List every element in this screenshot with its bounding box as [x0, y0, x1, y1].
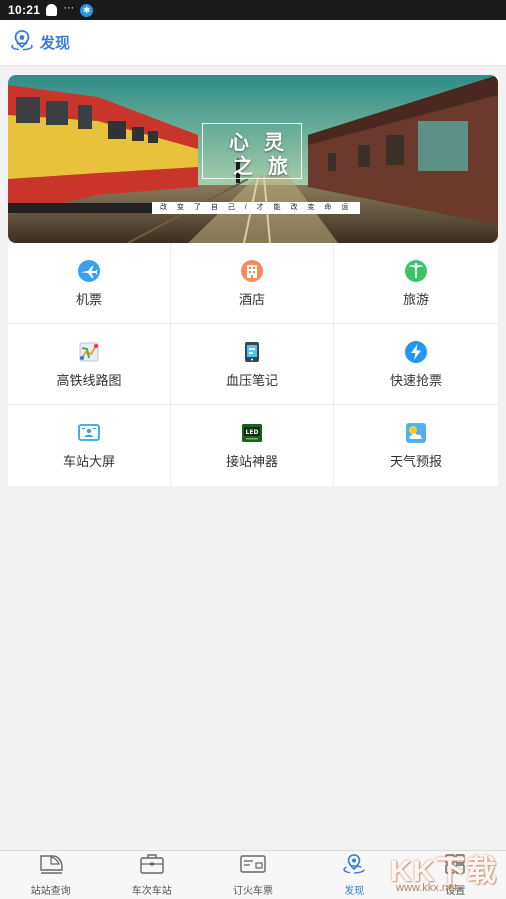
- svg-text:LED: LED: [246, 429, 259, 436]
- station-screen-icon: [77, 421, 101, 445]
- feature-rail-map[interactable]: 高铁线路图: [8, 324, 171, 405]
- feature-station-screen[interactable]: 车站大屏: [8, 405, 171, 486]
- feature-label: 血压笔记: [225, 372, 278, 388]
- feature-label: 酒店: [238, 291, 265, 307]
- status-time: 10:21: [8, 3, 41, 17]
- nav-train-station[interactable]: 车次车站: [101, 851, 202, 899]
- discover-icon: [10, 28, 34, 57]
- nav-station-query[interactable]: 站站查询: [0, 851, 101, 899]
- watermark-url: www.kkx.net: [396, 882, 458, 894]
- feature-flights[interactable]: 机票: [8, 243, 171, 324]
- nav-label: 订火车票: [232, 886, 273, 897]
- briefcase-icon: [138, 853, 166, 880]
- feature-quick-ticket[interactable]: 快速抢票: [334, 324, 498, 405]
- blood-pressure-notes-icon: [240, 340, 264, 364]
- palm-tree-icon: [404, 259, 428, 283]
- feature-label: 高铁线路图: [56, 372, 122, 388]
- feature-label: 车站大屏: [62, 454, 115, 469]
- feature-bp-notes[interactable]: 血压笔记: [171, 324, 334, 405]
- promo-banner[interactable]: 心 灵 之 旅 改 变 了 自 己 / 才 能 改 变 命 运: [8, 75, 498, 243]
- feature-weather[interactable]: 天气预报: [334, 405, 498, 486]
- feature-travel[interactable]: 旅游: [334, 243, 498, 324]
- nav-label: 车次车站: [131, 886, 172, 897]
- feature-label: 接站神器: [225, 454, 278, 469]
- route-map-icon: [77, 340, 101, 364]
- qq-notification-icon: [46, 4, 58, 16]
- feature-label: 旅游: [402, 291, 429, 307]
- weather-icon: [404, 421, 428, 445]
- feature-label: 快速抢票: [389, 372, 442, 388]
- banner-subtitle: 改 变 了 自 己 / 才 能 改 变 命 运: [152, 202, 361, 214]
- more-notifications-icon: ···: [63, 1, 75, 14]
- ticket-icon: [239, 853, 267, 880]
- feature-label: 天气预报: [389, 454, 442, 469]
- watermark-logo: KK下载 www.kkx.net: [386, 844, 502, 898]
- lightning-icon: [404, 340, 428, 364]
- feature-grid: 机票 酒店 旅游 高铁线路图 血压笔记 快速抢票 车站大屏 LED 接站神器 天…: [8, 243, 498, 486]
- nav-label: 站站查询: [30, 886, 71, 897]
- discover-icon: [340, 853, 368, 880]
- banner-title-frame: 心 灵 之 旅: [202, 123, 302, 179]
- status-bar: 10:21 ··· ✱: [0, 0, 506, 20]
- airplane-icon: [77, 259, 101, 283]
- banner-title-line2: 之 旅: [233, 154, 292, 178]
- bluetooth-icon: ✱: [80, 3, 94, 17]
- feature-hotel[interactable]: 酒店: [171, 243, 334, 324]
- nav-book-ticket[interactable]: 订火车票: [202, 851, 303, 899]
- train-icon: [37, 853, 65, 880]
- app-header: 发现: [0, 20, 506, 66]
- feature-pickup-sign[interactable]: LED 接站神器: [171, 405, 334, 486]
- nav-label: 发现: [344, 886, 365, 897]
- page-title: 发现: [40, 35, 71, 52]
- hotel-icon: [240, 259, 264, 283]
- feature-label: 机票: [75, 291, 102, 307]
- led-sign-icon: LED: [240, 421, 264, 445]
